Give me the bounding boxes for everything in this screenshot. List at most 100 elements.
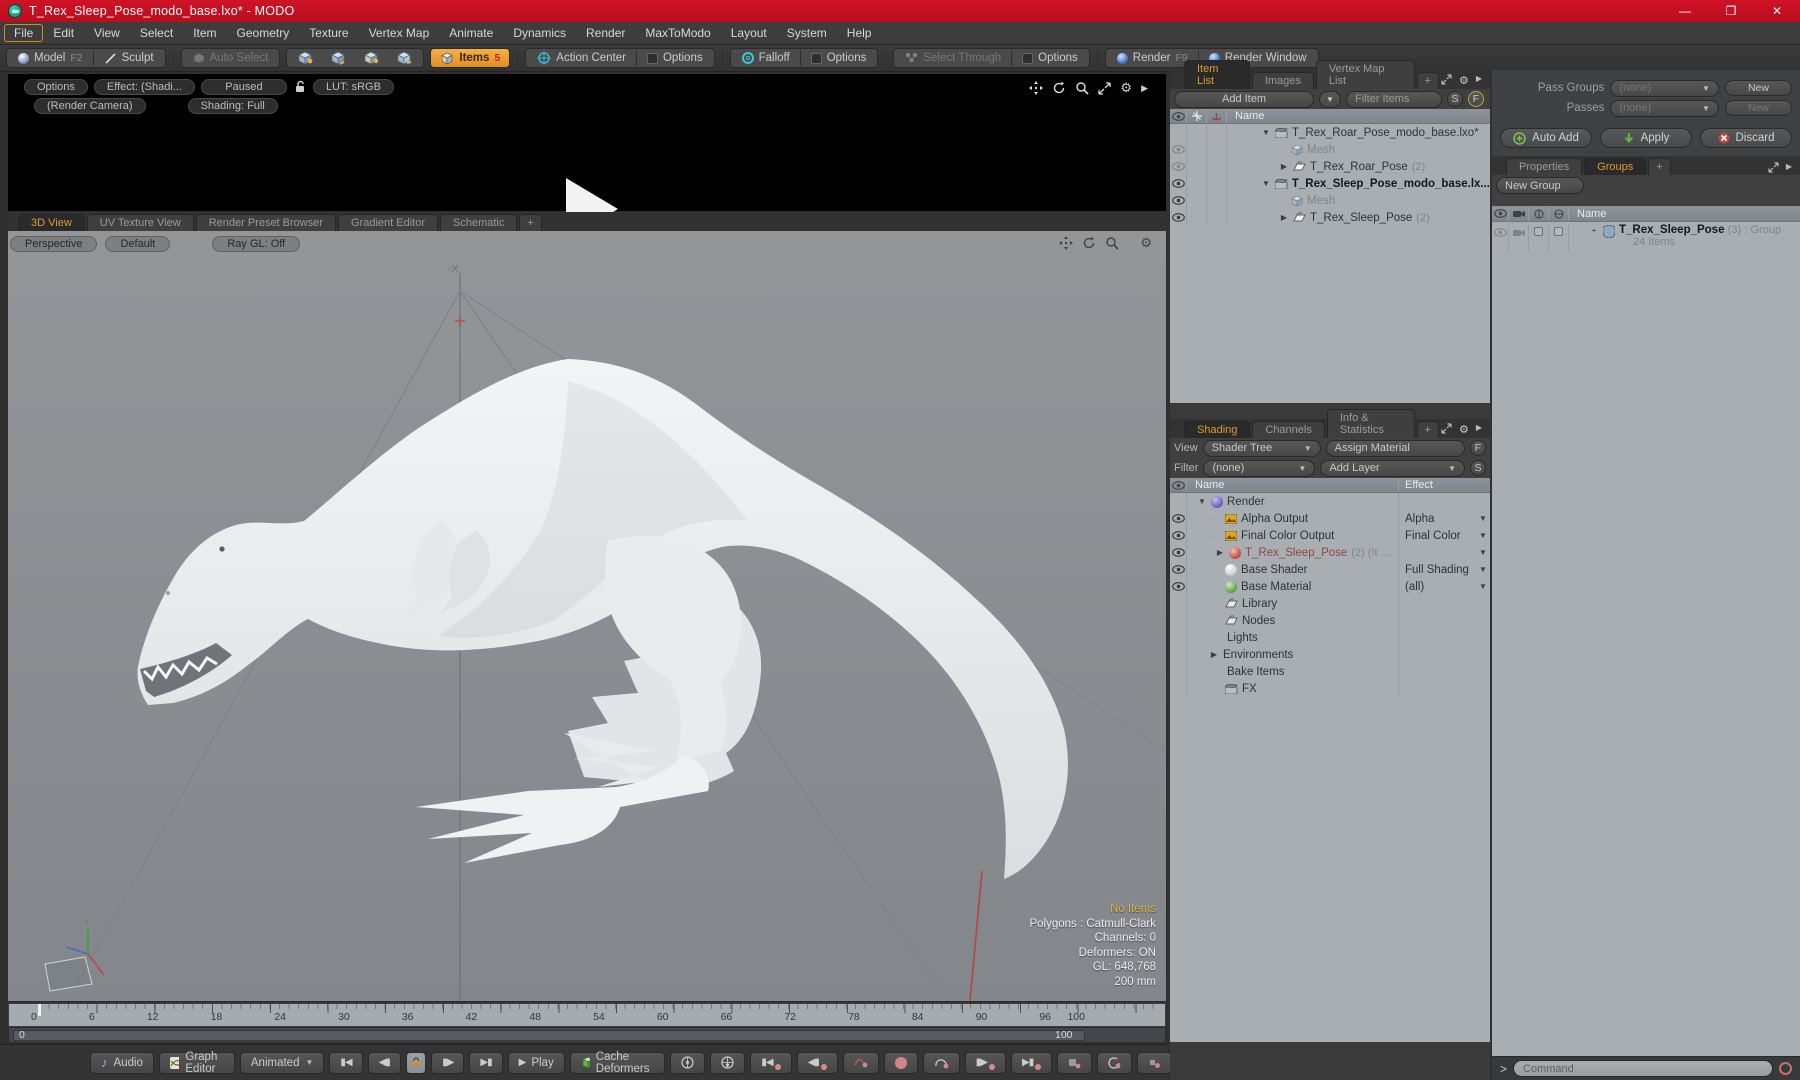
edges-mode-button[interactable] [322,49,355,67]
go-end-button[interactable]: ▶▮ [469,1051,503,1074]
expander-closed-icon[interactable]: ▶ [1279,162,1289,171]
select-through-button[interactable]: Select Through [896,49,1010,67]
preview-camera-button[interactable]: (Render Camera) [34,98,146,114]
filter-button[interactable]: F [1468,91,1484,107]
toggle-checkbox[interactable] [1554,227,1563,236]
auto-select-button[interactable]: Auto Select [184,49,278,67]
menu-file[interactable]: File [4,24,44,42]
expander-open-icon[interactable]: ▼ [1261,128,1271,137]
expander-closed-icon[interactable]: ▶ [1209,650,1219,659]
expand-icon[interactable] [1098,81,1112,95]
rotate-icon[interactable] [1052,81,1066,95]
menu-view[interactable]: View [84,24,130,42]
polygons-mode-button[interactable] [355,49,388,67]
table-row[interactable]: ···· Mesh [1170,141,1490,158]
table-row[interactable]: ···· Mesh [1170,192,1490,209]
eye-icon[interactable] [1171,565,1185,574]
table-row[interactable]: ·· ▶ T_Rex_Sleep_Pose (2) (It ... ▼ [1170,544,1490,561]
tab-render-preset-browser[interactable]: Render Preset Browser [195,214,337,231]
model-mode-button[interactable]: Model F2 [9,49,92,67]
zoom-icon[interactable] [1105,236,1119,250]
next-frame-button[interactable]: ▮▶ [431,1051,465,1074]
menu-layout[interactable]: Layout [721,24,777,42]
key-channels-button[interactable] [842,1051,879,1074]
cache-deformers-button[interactable]: Cache Deformers [569,1051,666,1075]
sculpt-mode-button[interactable]: Sculpt [95,49,163,67]
view-dropdown[interactable]: Shader Tree ▼ [1202,439,1321,457]
tab-images[interactable]: Images [1251,72,1314,89]
table-row[interactable]: ·· ▶ T_Rex_Sleep_Pose (2) [1170,209,1490,226]
sort-button[interactable]: S [1470,460,1486,476]
table-row[interactable]: ··· Final Color Output Final Color ▼ [1170,527,1490,544]
add-item-arrow-button[interactable]: ▼ [1319,90,1341,108]
action-center-options-button[interactable]: Options [638,49,712,67]
preview-lut-button[interactable]: LUT: sRGB [312,79,394,95]
table-row[interactable]: Nodes [1170,612,1490,629]
trex-model[interactable] [137,359,1068,879]
expander-plus-icon[interactable]: + [1589,224,1599,235]
effect-dropdown-arrow[interactable]: ▼ [1476,582,1490,591]
minimize-button[interactable]: — [1662,0,1708,22]
auto-add-button[interactable]: Auto Add [1500,128,1592,148]
eye-icon[interactable] [1171,213,1185,222]
table-row[interactable]: ▼ T_Rex_Sleep_Pose_modo_base.lx... [1170,175,1490,192]
tab-schematic[interactable]: Schematic [440,214,518,231]
table-row[interactable]: ··· Alpha Output Alpha ▼ [1170,510,1490,527]
eye-icon[interactable] [1171,162,1185,171]
filter-items-input[interactable] [1346,90,1442,108]
maximize-button[interactable]: ❐ [1708,0,1754,22]
play-button[interactable]: ▶ Play [507,1051,565,1074]
prev-frame-button[interactable]: ◀▮ [367,1051,401,1074]
gear-icon[interactable]: ⚙ [1120,80,1132,96]
falloff-button[interactable]: Falloff [733,49,799,67]
gear-icon[interactable]: ⚙ [1459,74,1469,87]
eye-icon[interactable] [1171,514,1185,523]
close-button[interactable]: ✕ [1754,0,1800,22]
next-key-button[interactable]: ▮▶ [964,1051,1006,1074]
lock-icon[interactable] [293,80,307,94]
next-keyframe-button[interactable]: ▶▮ [1011,1051,1053,1074]
action-center-button[interactable]: Action Center [528,49,635,67]
expander-open-icon[interactable]: ▼ [1197,497,1207,506]
expander-closed-icon[interactable]: ▶ [1215,548,1225,557]
table-row[interactable]: Lights [1170,629,1490,646]
camera-icon[interactable] [1512,228,1525,237]
select-through-options-button[interactable]: Options [1013,49,1087,67]
eye-icon[interactable] [1171,531,1185,540]
assign-material-button[interactable]: Assign Material [1325,439,1465,457]
effect-dropdown-arrow[interactable]: ▼ [1476,531,1490,540]
timeline[interactable]: 0 6 12 18 24 30 36 42 48 54 60 66 72 78 84 90 96 100 0 1… [8,1003,1166,1044]
tab-info-statistics[interactable]: Info & Statistics [1326,409,1415,438]
current-frame-field[interactable]: 0 ◀▶ [405,1051,427,1074]
effect-dropdown-arrow[interactable]: ▼ [1476,514,1490,523]
range-slider[interactable] [13,1030,1085,1041]
menu-help[interactable]: Help [837,24,882,42]
items-mode-button[interactable]: Items 5 [431,49,510,67]
macro-record-icon[interactable] [1779,1062,1792,1075]
gear-icon[interactable]: ⚙ [1140,235,1152,251]
pan-icon[interactable] [1029,81,1044,95]
filter-button[interactable]: F [1470,440,1486,456]
audio-button[interactable]: ♪ Audio [90,1051,154,1074]
menu-item[interactable]: Item [183,24,226,42]
eye-icon[interactable] [1171,582,1185,591]
key-scale-button[interactable] [1137,1051,1173,1074]
preview-options-button[interactable]: Options [24,79,88,95]
expand-icon[interactable] [1441,74,1452,85]
default-shading-button[interactable]: Default [105,236,171,252]
menu-system[interactable]: System [777,24,837,42]
panel-arrow-icon[interactable]: ▶ [1476,74,1482,87]
preview-paused-button[interactable]: Paused [200,79,287,95]
prev-key-button[interactable]: ◀▮ [796,1051,838,1074]
prev-keyframe-button[interactable]: ▮◀ [750,1051,792,1074]
pass-groups-dropdown[interactable]: (none) ▼ [1610,79,1719,97]
eye-icon[interactable] [1171,145,1185,154]
key-transform-button[interactable] [1057,1051,1093,1074]
expander-open-icon[interactable]: ▼ [1261,179,1271,188]
toggle-checkbox[interactable] [1534,227,1543,236]
expand-icon[interactable] [1768,162,1779,173]
menu-animate[interactable]: Animate [439,24,503,42]
tab-item-list[interactable]: Item List [1184,60,1250,89]
filter-dropdown[interactable]: (none) ▼ [1203,459,1316,477]
passes-dropdown[interactable]: (none) ▼ [1610,99,1719,117]
